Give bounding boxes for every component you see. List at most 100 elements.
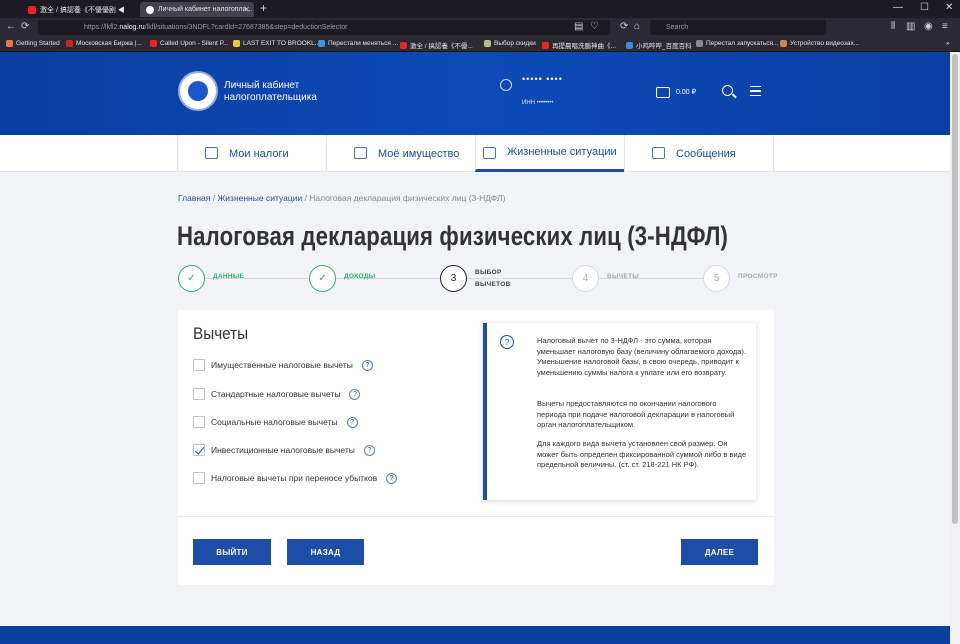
bookmark-item[interactable]: Выбор скидки xyxy=(484,40,536,47)
nav-my-taxes[interactable]: Мои налоги xyxy=(177,135,326,172)
balance-amount[interactable]: 0.00 ₽ xyxy=(676,88,696,96)
nav-messages[interactable]: Сообщения xyxy=(624,135,773,172)
checkbox-social-deductions[interactable]: Социальные налоговые вычеты ? xyxy=(193,415,358,429)
bookmark-item[interactable]: LAST EXIT TO BROOKL... xyxy=(233,40,320,47)
library-icon[interactable]: ⫴ xyxy=(891,21,895,32)
back-button[interactable]: НАЗАД xyxy=(287,539,364,565)
step-number: 5 xyxy=(703,265,730,292)
url-domain: nalog.ru xyxy=(119,24,145,31)
bookmark-item[interactable]: Перестали меняться ... xyxy=(318,40,398,47)
browser-toolbar: ← ⟳ https://lkfl2. nalog.ru/lkfl/situatio… xyxy=(0,18,960,37)
close-window-icon[interactable]: ✕ xyxy=(945,2,953,13)
account-icon[interactable]: ◉ xyxy=(924,21,933,32)
info-paragraph-3: Для каждого вида вычета установлен свой … xyxy=(537,439,747,470)
close-tab-icon[interactable]: ✕ xyxy=(243,5,250,14)
breadcrumb-current: Налоговая декларация физических лиц (3-Н… xyxy=(309,193,506,203)
browser-tab-2[interactable]: Личный кабинет налогопла... ✕ xyxy=(140,2,254,17)
taxes-icon xyxy=(205,147,218,159)
menu-icon[interactable] xyxy=(750,86,761,96)
exit-button[interactable]: ВЫЙТИ xyxy=(193,539,271,565)
deductions-card: Вычеты Имущественные налоговые вычеты ? … xyxy=(178,310,774,585)
help-icon[interactable]: ? xyxy=(386,472,398,484)
browser-chrome: 激全 / 搞認養《不優優剧 ◀ Личный кабинет налогопла… xyxy=(0,0,960,52)
bookmark-item[interactable]: 激全 / 搞認養《不優... xyxy=(400,40,473,50)
back-icon[interactable]: ← xyxy=(6,21,16,32)
checkbox-standard-deductions[interactable]: Стандартные налоговые вычеты ? xyxy=(193,387,361,401)
pocket-icon[interactable]: ♡ xyxy=(590,21,599,32)
list-icon xyxy=(483,147,496,159)
bookmarks-overflow-icon[interactable]: » xyxy=(946,40,950,47)
sidebar-icon[interactable]: ▥ xyxy=(906,21,915,32)
tab-title: 激全 / 搞認養《不優優剧 ◀ xyxy=(40,6,125,14)
nav-my-property[interactable]: Моё имущество xyxy=(326,135,475,172)
nav-label: Мои налоги xyxy=(229,147,289,160)
check-icon: ✓ xyxy=(309,265,336,292)
bookmark-item[interactable]: Called Upon - Silent P... xyxy=(150,40,229,47)
bookmark-item[interactable]: Московская Биржа |... xyxy=(66,40,142,47)
wallet-icon[interactable] xyxy=(656,87,670,98)
checkbox-loss-carryover-deductions[interactable]: Налоговые вычеты при переносе убытков ? xyxy=(193,471,398,485)
info-paragraph-1: Налоговый вычет по 3-НДФЛ - это сумма, к… xyxy=(537,336,747,377)
page-title: Налоговая декларация физических лиц (3-Н… xyxy=(177,221,729,251)
home-icon[interactable]: ⌂ xyxy=(634,21,640,32)
breadcrumb-home[interactable]: Главная xyxy=(178,193,210,203)
checkbox-investment-deductions[interactable]: Инвестиционные налоговые вычеты ? xyxy=(193,443,375,457)
tab-title: Личный кабинет налогопла... xyxy=(158,6,253,13)
checkbox-label[interactable]: Социальные налоговые вычеты xyxy=(211,417,338,427)
nav-label: Жизненные ситуации xyxy=(507,146,617,158)
minimize-icon[interactable]: — xyxy=(893,2,903,13)
user-name[interactable]: ••••• •••• xyxy=(522,74,563,84)
scrollbar-thumb[interactable] xyxy=(952,54,958,524)
reload-page-icon[interactable]: ⟳ xyxy=(620,21,628,32)
url-prefix: https://lkfl2. xyxy=(84,24,120,31)
help-icon[interactable]: ? xyxy=(346,416,358,428)
new-tab-icon[interactable]: + xyxy=(260,1,267,15)
bookmark-item[interactable]: Устройство видеозах... xyxy=(780,40,859,47)
step-number: 3 xyxy=(440,265,467,292)
search-placeholder: Search xyxy=(666,24,689,31)
site-header: Личный кабинет налогоплательщика ••••• •… xyxy=(0,52,950,135)
checkbox-label[interactable]: Имущественные налоговые вычеты xyxy=(211,360,353,370)
bookmark-item[interactable]: Getting Started xyxy=(6,40,60,47)
checkbox-property-deductions[interactable]: Имущественные налоговые вычеты ? xyxy=(193,358,373,372)
checkbox-label[interactable]: Стандартные налоговые вычеты xyxy=(211,389,340,399)
checkbox[interactable] xyxy=(193,388,205,400)
maximize-icon[interactable]: ☐ xyxy=(920,2,929,13)
help-icon[interactable]: ? xyxy=(361,359,373,371)
step-number: 4 xyxy=(572,265,599,292)
bookmark-item[interactable]: 小鸡哔哔_百度百科 xyxy=(626,40,692,50)
checkbox[interactable] xyxy=(193,472,205,484)
site-footer xyxy=(0,626,950,644)
checkbox-label[interactable]: Инвестиционные налоговые вычеты xyxy=(211,445,355,455)
url-bar[interactable]: https://lkfl2. nalog.ru/lkfl/situations/3… xyxy=(38,20,610,35)
checkbox-label[interactable]: Налоговые вычеты при переносе убытков xyxy=(211,473,377,483)
fns-logo[interactable] xyxy=(178,71,218,111)
next-button[interactable]: ДАЛЕЕ xyxy=(681,539,758,565)
check-icon: ✓ xyxy=(178,265,205,292)
info-panel: ? Налоговый вычет по 3-НДФЛ - это сумма,… xyxy=(483,323,756,500)
checkbox[interactable] xyxy=(193,359,205,371)
help-icon[interactable]: ? xyxy=(349,388,361,400)
search-icon[interactable] xyxy=(722,85,733,96)
bookmark-item[interactable]: 再提晨唱洗腦神曲《... xyxy=(542,40,616,50)
nav-life-situations[interactable]: Жизненные ситуации xyxy=(475,135,624,172)
bookmark-item[interactable]: Перестал запускаться... xyxy=(696,40,778,47)
nav-divider xyxy=(773,135,774,172)
breadcrumb-section[interactable]: Жизненные ситуации xyxy=(217,193,302,203)
search-input[interactable]: Search xyxy=(650,20,826,35)
user-icon[interactable] xyxy=(500,79,512,91)
url-path: /lkfl/situations/3NDFL?cardId=27687385&s… xyxy=(144,24,348,31)
checkbox-checked[interactable] xyxy=(193,444,205,456)
nav-label: Моё имущество xyxy=(378,147,460,160)
reader-icon[interactable]: ▤ xyxy=(574,21,583,32)
help-icon[interactable]: ? xyxy=(363,444,375,456)
checkbox[interactable] xyxy=(193,416,205,428)
youtube-icon xyxy=(28,5,36,14)
site-title[interactable]: Личный кабинет налогоплательщика xyxy=(224,80,334,104)
menu-icon[interactable]: ≡ xyxy=(942,21,948,32)
deductions-title: Вычеты xyxy=(193,324,249,343)
step-label: ВЫЧЕТЫ xyxy=(607,273,640,280)
reload-icon[interactable]: ⟳ xyxy=(21,21,29,32)
card-divider xyxy=(178,516,774,517)
browser-tab-1[interactable]: 激全 / 搞認養《不優優剧 ◀ xyxy=(22,2,140,17)
